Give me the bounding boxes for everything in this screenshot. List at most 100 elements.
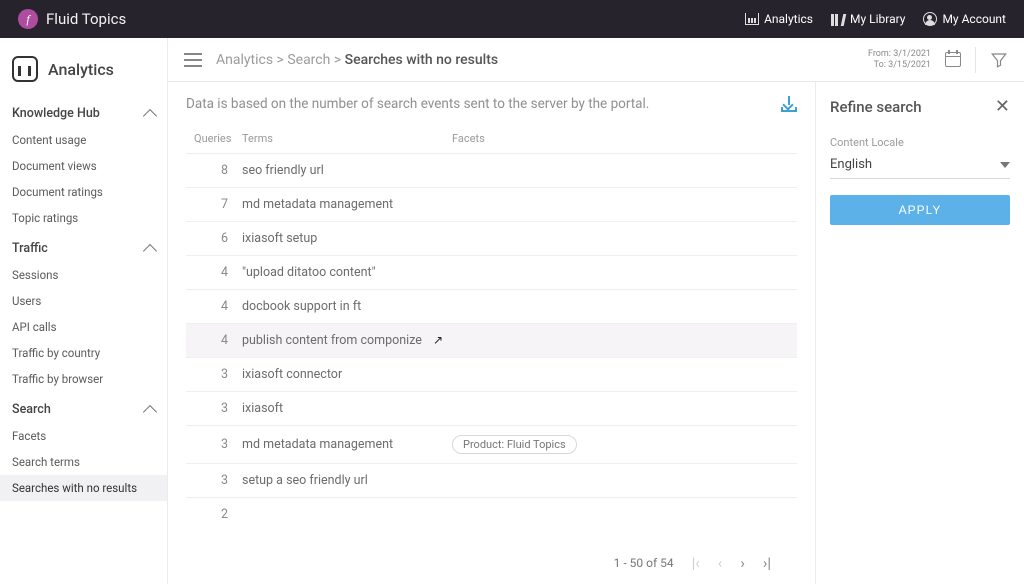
refine-panel: Refine search ✕ Content Locale English A… bbox=[816, 82, 1024, 584]
library-icon bbox=[831, 12, 845, 26]
sidebar-section-label: Search bbox=[12, 402, 51, 417]
download-icon[interactable] bbox=[781, 96, 797, 112]
main-header: Analytics > Search > Searches with no re… bbox=[168, 38, 1024, 82]
close-icon[interactable]: ✕ bbox=[995, 98, 1010, 116]
menu-icon[interactable] bbox=[184, 53, 202, 67]
cell-queries: 3 bbox=[194, 473, 242, 488]
sidebar-item-searches-no-results[interactable]: Searches with no results bbox=[0, 475, 167, 501]
table-row[interactable]: 4publish content from componize ↖ bbox=[186, 323, 797, 357]
cell-terms: ixiasoft setup bbox=[242, 231, 452, 246]
account-icon bbox=[923, 12, 937, 26]
table-row[interactable]: 4"upload ditatoo content" bbox=[186, 255, 797, 289]
cell-queries: 4 bbox=[194, 265, 242, 280]
apply-button[interactable]: APPLY bbox=[830, 195, 1010, 225]
pager-first[interactable]: |‹ bbox=[692, 554, 700, 572]
chevron-up-icon bbox=[143, 404, 157, 418]
cell-terms: publish content from componize ↖ bbox=[242, 333, 452, 348]
table-row[interactable]: 3setup a seo friendly url bbox=[186, 463, 797, 497]
content: Data is based on the number of search ev… bbox=[168, 82, 816, 584]
topbar-link-label: My Account bbox=[942, 12, 1006, 26]
table-body: 8seo friendly url7md metadata management… bbox=[186, 153, 797, 544]
sidebar-section-label: Knowledge Hub bbox=[12, 106, 100, 121]
table-row[interactable]: 4docbook support in ft bbox=[186, 289, 797, 323]
topbar-link-label: My Library bbox=[850, 12, 905, 26]
sidebar-title: Analytics bbox=[48, 60, 114, 79]
table-row[interactable]: 6ixiasoft setup bbox=[186, 221, 797, 255]
breadcrumb: Analytics > Search > Searches with no re… bbox=[216, 52, 498, 68]
cell-queries: 6 bbox=[194, 231, 242, 246]
sidebar-item-document-ratings[interactable]: Document ratings bbox=[0, 179, 167, 205]
cell-queries: 4 bbox=[194, 333, 242, 348]
pager-last[interactable]: ›| bbox=[763, 554, 771, 572]
cell-queries: 4 bbox=[194, 299, 242, 314]
sidebar-item-document-views[interactable]: Document views bbox=[0, 153, 167, 179]
date-range: From: 3/1/2021 To: 3/15/2021 bbox=[868, 49, 931, 71]
cell-queries: 3 bbox=[194, 367, 242, 382]
dropdown-icon bbox=[1000, 162, 1010, 168]
cell-queries: 2 bbox=[194, 507, 242, 522]
filter-icon[interactable] bbox=[990, 51, 1008, 69]
table-row[interactable]: 7md metadata management bbox=[186, 187, 797, 221]
sidebar-header: Analytics bbox=[0, 50, 167, 96]
breadcrumb-current: Searches with no results bbox=[345, 52, 498, 68]
cell-terms: seo friendly url bbox=[242, 163, 452, 178]
topbar-link-analytics[interactable]: Analytics bbox=[745, 12, 813, 26]
cell-terms: docbook support in ft bbox=[242, 299, 452, 314]
table-row[interactable]: 3md metadata managementProduct: Fluid To… bbox=[186, 425, 797, 463]
table-row[interactable]: 3ixiasoft connector bbox=[186, 357, 797, 391]
refine-title: Refine search bbox=[830, 98, 922, 116]
sidebar-item-search-terms[interactable]: Search terms bbox=[0, 449, 167, 475]
table-row[interactable]: 8seo friendly url bbox=[186, 153, 797, 187]
topbar-link-library[interactable]: My Library bbox=[831, 12, 905, 26]
cell-terms: ixiasoft connector bbox=[242, 367, 452, 382]
col-terms: Terms bbox=[242, 132, 452, 145]
brand[interactable]: f Fluid Topics bbox=[18, 9, 126, 29]
cell-queries: 8 bbox=[194, 163, 242, 178]
sidebar-section-knowledge-hub[interactable]: Knowledge Hub bbox=[0, 96, 167, 127]
cell-terms: setup a seo friendly url bbox=[242, 473, 452, 488]
pager: 1 - 50 of 54 |‹ ‹ › ›| bbox=[186, 544, 797, 578]
sidebar-item-topic-ratings[interactable]: Topic ratings bbox=[0, 205, 167, 231]
locale-label: Content Locale bbox=[830, 136, 1010, 149]
sidebar-section-search[interactable]: Search bbox=[0, 392, 167, 423]
pager-next[interactable]: › bbox=[740, 554, 745, 572]
chevron-up-icon bbox=[143, 243, 157, 257]
chevron-up-icon bbox=[143, 108, 157, 122]
analytics-logo-icon bbox=[12, 56, 38, 82]
locale-select[interactable]: English bbox=[830, 153, 1010, 179]
content-description: Data is based on the number of search ev… bbox=[186, 96, 781, 112]
cell-terms: "upload ditatoo content" bbox=[242, 265, 452, 280]
cell-queries: 3 bbox=[194, 401, 242, 416]
table-row[interactable]: 2 bbox=[186, 497, 797, 531]
sidebar-section-traffic[interactable]: Traffic bbox=[0, 231, 167, 262]
sidebar-item-users[interactable]: Users bbox=[0, 288, 167, 314]
breadcrumb-search[interactable]: Search bbox=[287, 52, 330, 68]
analytics-icon bbox=[745, 13, 759, 25]
topbar-links: Analytics My Library My Account bbox=[745, 12, 1006, 26]
pager-prev[interactable]: ‹ bbox=[718, 554, 723, 572]
main: Analytics > Search > Searches with no re… bbox=[168, 38, 1024, 584]
sidebar-item-api-calls[interactable]: API calls bbox=[0, 314, 167, 340]
cell-terms: md metadata management bbox=[242, 437, 452, 452]
sidebar-item-facets[interactable]: Facets bbox=[0, 423, 167, 449]
table-row[interactable]: 3ixiasoft bbox=[186, 391, 797, 425]
topbar-link-account[interactable]: My Account bbox=[923, 12, 1006, 26]
cell-terms: md metadata management bbox=[242, 197, 452, 212]
brand-name: Fluid Topics bbox=[46, 10, 126, 28]
topbar-link-label: Analytics bbox=[764, 12, 813, 26]
sidebar-item-sessions[interactable]: Sessions bbox=[0, 262, 167, 288]
table-header: Queries Terms Facets bbox=[186, 112, 797, 153]
breadcrumb-analytics[interactable]: Analytics bbox=[216, 52, 273, 68]
locale-value: English bbox=[830, 157, 872, 172]
pager-range: 1 - 50 of 54 bbox=[614, 556, 674, 570]
calendar-icon[interactable] bbox=[945, 52, 961, 67]
cell-facets: Product: Fluid Topics bbox=[452, 435, 789, 454]
brand-logo-icon: f bbox=[18, 9, 38, 29]
sidebar-item-traffic-by-browser[interactable]: Traffic by browser bbox=[0, 366, 167, 392]
facet-pill: Product: Fluid Topics bbox=[452, 435, 577, 454]
sidebar-item-traffic-by-country[interactable]: Traffic by country bbox=[0, 340, 167, 366]
topbar: f Fluid Topics Analytics My Library My A… bbox=[0, 0, 1024, 38]
sidebar-section-label: Traffic bbox=[12, 241, 48, 256]
sidebar-item-content-usage[interactable]: Content usage bbox=[0, 127, 167, 153]
sidebar: Analytics Knowledge Hub Content usage Do… bbox=[0, 38, 168, 584]
